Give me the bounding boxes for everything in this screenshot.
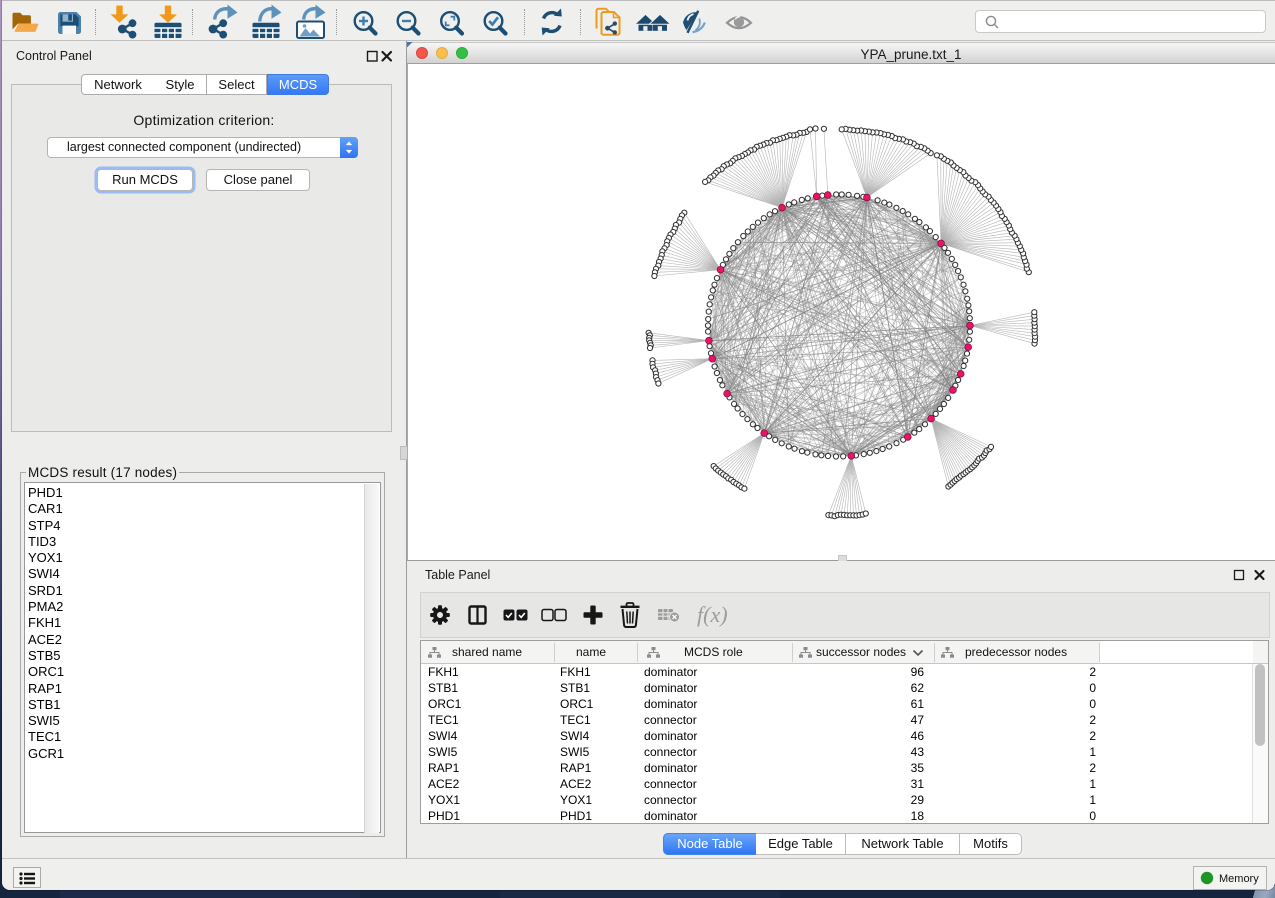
svg-text:f(x): f(x) — [697, 602, 728, 627]
